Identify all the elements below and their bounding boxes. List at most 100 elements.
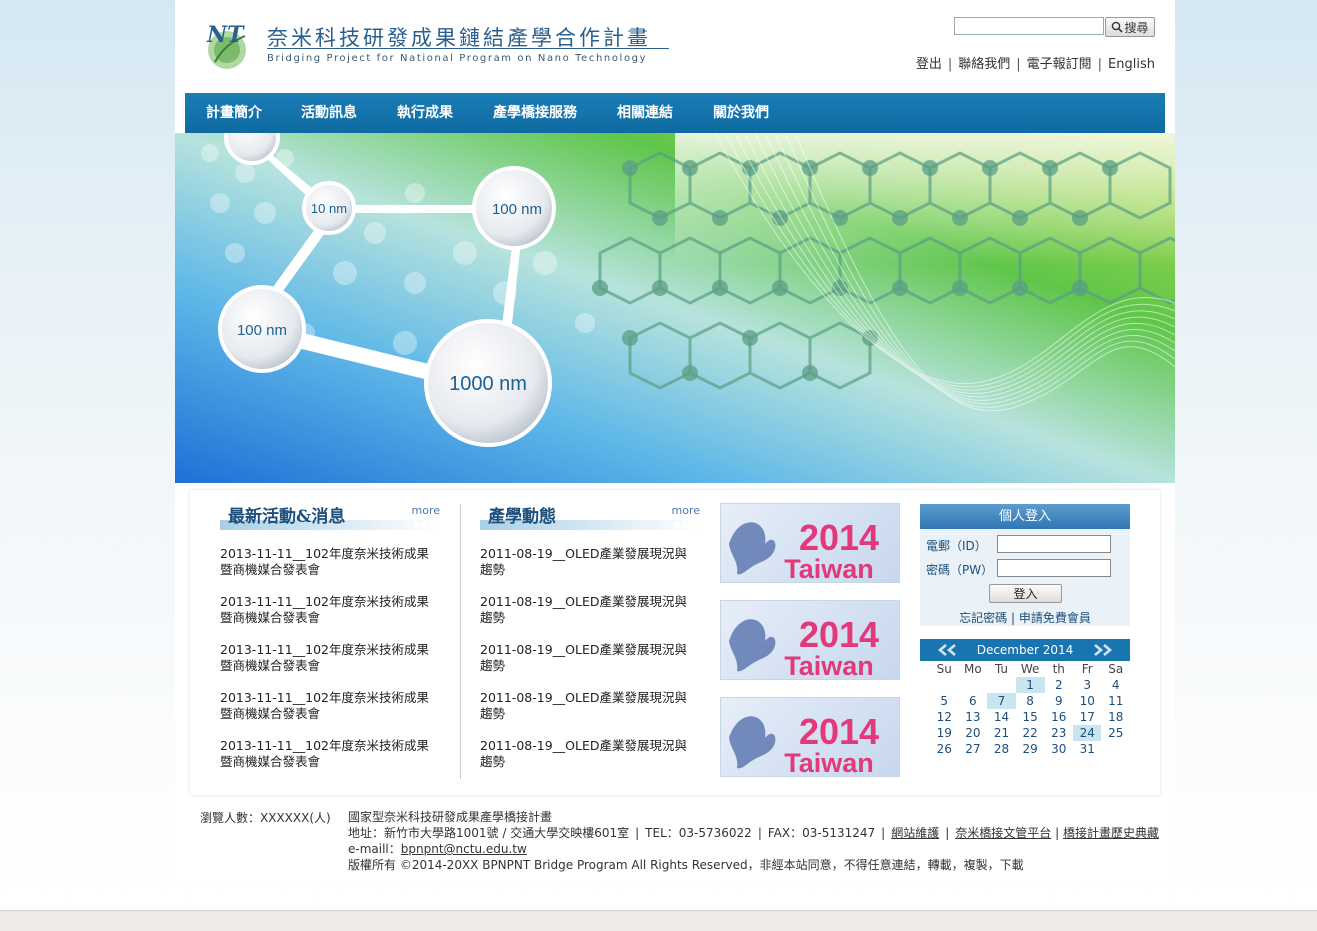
doc-platform-link[interactable]: 奈米橋接文管平台 xyxy=(955,826,1051,840)
calendar-day[interactable]: 3 xyxy=(1073,677,1101,693)
ad-text: Taiwan xyxy=(784,554,874,583)
nav-item-related-links[interactable]: 相關連結 xyxy=(617,93,673,133)
register-link[interactable]: 申請免費會員 xyxy=(1019,611,1091,625)
weekday-label: th xyxy=(1052,662,1065,676)
weekday-label: Fr xyxy=(1081,662,1093,676)
logout-link[interactable]: 登出 xyxy=(916,57,942,72)
footer-email-line: e-maill：bpnpnt@nctu.edu.tw xyxy=(348,841,1159,857)
calendar-day[interactable]: 14 xyxy=(987,709,1015,725)
nav-item-about-plan[interactable]: 計畫簡介 xyxy=(206,93,262,133)
calendar-day[interactable]: 10 xyxy=(1073,693,1101,709)
english-link[interactable]: English xyxy=(1108,57,1155,72)
calendar-day[interactable]: 4 xyxy=(1101,677,1130,693)
news-more-link[interactable]: more xyxy=(412,504,441,517)
logo-mark-text: NT xyxy=(206,22,245,48)
nav-item-bridging-services[interactable]: 產學橋接服務 xyxy=(493,93,577,133)
ad-text: Taiwan xyxy=(784,651,874,680)
footer-address: 地址：新竹市大學路1001號 / 交通大學交映樓601室 xyxy=(348,826,630,840)
footer-separator: | xyxy=(635,826,640,840)
login-button[interactable]: 登入 xyxy=(989,584,1062,603)
calendar-day[interactable]: 30 xyxy=(1045,741,1073,757)
calendar-day[interactable]: 12 xyxy=(930,709,958,725)
banner-ad-2014-taiwan[interactable]: 2014 Taiwan xyxy=(720,503,900,583)
calendar-prev-button[interactable] xyxy=(934,639,962,661)
nav-item-results[interactable]: 執行成果 xyxy=(397,93,453,133)
history-archive-link[interactable]: 橋接計畫歷史典藏 xyxy=(1063,826,1159,840)
banner-graphic: 10 nm 100 nm 100 nm 1000 nm xyxy=(175,133,1175,483)
butterfly-icon xyxy=(729,716,776,769)
login-link-separator: | xyxy=(1007,611,1019,625)
nav-item-events[interactable]: 活動訊息 xyxy=(301,93,357,133)
banner-label-1000nm: 1000 nm xyxy=(449,373,527,395)
calendar-day[interactable]: 9 xyxy=(1045,693,1073,709)
calendar-day[interactable]: 20 xyxy=(958,725,987,741)
footer-contact-line: 地址：新竹市大學路1001號 / 交通大學交映樓601室 | TEL：03-5736… xyxy=(348,825,1159,841)
calendar-next-button[interactable] xyxy=(1088,639,1116,661)
calendar-day[interactable]: 6 xyxy=(958,693,987,709)
news-item[interactable]: 2013-11-11__102年度奈米技術成果 暨商機媒合發表會 xyxy=(220,594,445,626)
contact-link[interactable]: 聯絡我們 xyxy=(958,57,1010,72)
news-item[interactable]: 2013-11-11__102年度奈米技術成果 暨商機媒合發表會 xyxy=(220,546,445,578)
calendar-day[interactable]: 5 xyxy=(930,693,958,709)
industry-item[interactable]: 2011-08-19__OLED產業發展現況與 趨勢 xyxy=(480,594,705,626)
calendar-day[interactable]: 25 xyxy=(1101,725,1130,741)
calendar-day[interactable]: 23 xyxy=(1045,725,1073,741)
banner-ad-2014-taiwan[interactable]: 2014 Taiwan xyxy=(720,600,900,680)
news-item[interactable]: 2013-11-11__102年度奈米技術成果 暨商機媒合發表會 xyxy=(220,690,445,722)
industry-header: 產學動態 more ●●● xyxy=(480,502,700,530)
footer-email-link[interactable]: bpnpnt@nctu.edu.tw xyxy=(401,842,527,856)
calendar-day[interactable]: 27 xyxy=(958,741,987,757)
visitor-counter: 瀏覽人數：XXXXXX(人) xyxy=(200,811,331,825)
search-button[interactable]: 搜尋 xyxy=(1105,17,1155,37)
login-pw-input[interactable] xyxy=(997,559,1111,577)
news-item[interactable]: 2013-11-11__102年度奈米技術成果 暨商機媒合發表會 xyxy=(220,738,445,770)
calendar-day[interactable]: 22 xyxy=(1016,725,1045,741)
newsletter-link[interactable]: 電子報訂閱 xyxy=(1027,57,1092,72)
calendar-day[interactable]: 18 xyxy=(1101,709,1130,725)
calendar-day xyxy=(987,677,1015,693)
calendar-day[interactable]: 29 xyxy=(1016,741,1045,757)
ad-text: Taiwan xyxy=(784,748,874,777)
top-link-separator: | xyxy=(1097,57,1103,72)
ad-graphic: 2014 Taiwan xyxy=(729,711,879,777)
industry-item[interactable]: 2011-08-19__OLED產業發展現況與 趨勢 xyxy=(480,546,705,578)
calendar-grid: Su Mo Tu We th Fr Sa 1 2 3 4 5 6 7 8 9 1… xyxy=(930,661,1130,757)
calendar-day[interactable]: 13 xyxy=(958,709,987,725)
industry-item[interactable]: 2011-08-19__OLED產業發展現況與 趨勢 xyxy=(480,738,705,770)
site-maintenance-link[interactable]: 網站維護 xyxy=(891,826,939,840)
weekday-label: Mo xyxy=(964,662,982,676)
calendar-day[interactable]: 31 xyxy=(1073,741,1101,757)
calendar-day[interactable]: 21 xyxy=(987,725,1015,741)
calendar-day[interactable]: 19 xyxy=(930,725,958,741)
calendar-day[interactable]: 2 xyxy=(1045,677,1073,693)
news-item[interactable]: 2013-11-11__102年度奈米技術成果 暨商機媒合發表會 xyxy=(220,642,445,674)
site-logo[interactable]: NT 奈米科技研發成果鏈結產學合作計畫 Bridging Project for… xyxy=(205,18,675,74)
double-chevron-left-icon xyxy=(937,644,956,656)
footer: 國家型奈米科技研發成果產學橋接計畫 地址：新竹市大學路1001號 / 交通大學交… xyxy=(348,809,1159,873)
forgot-password-link[interactable]: 忘記密碼 xyxy=(959,611,1007,625)
calendar-day[interactable]: 24 xyxy=(1073,725,1102,741)
page-container: NT 奈米科技研發成果鏈結產學合作計畫 Bridging Project for… xyxy=(175,0,1175,885)
calendar-day[interactable]: 17 xyxy=(1073,709,1101,725)
ad-graphic: 2014 Taiwan xyxy=(729,517,879,583)
search-input[interactable] xyxy=(954,17,1104,35)
calendar-day[interactable]: 16 xyxy=(1045,709,1073,725)
banner-ad-2014-taiwan[interactable]: 2014 Taiwan xyxy=(720,697,900,777)
calendar-day xyxy=(958,677,987,693)
industry-item[interactable]: 2011-08-19__OLED產業發展現況與 趨勢 xyxy=(480,690,705,722)
calendar-day[interactable]: 8 xyxy=(1016,693,1045,709)
industry-item[interactable]: 2011-08-19__OLED產業發展現況與 趨勢 xyxy=(480,642,705,674)
nt-logo-icon: NT xyxy=(206,22,246,69)
industry-more-link[interactable]: more xyxy=(672,504,701,517)
logo-divider xyxy=(267,48,669,49)
login-id-input[interactable] xyxy=(997,535,1111,553)
calendar: December 2014 Su Mo Tu We th Fr Sa 1 2 3… xyxy=(920,639,1130,757)
calendar-day[interactable]: 28 xyxy=(987,741,1015,757)
nav-item-about-us[interactable]: 關於我們 xyxy=(713,93,769,133)
calendar-day[interactable]: 26 xyxy=(930,741,958,757)
calendar-day[interactable]: 1 xyxy=(1015,677,1045,693)
calendar-day[interactable]: 15 xyxy=(1016,709,1045,725)
calendar-day[interactable]: 11 xyxy=(1101,693,1130,709)
industry-header-dots: ●●● xyxy=(673,520,697,529)
calendar-day[interactable]: 7 xyxy=(987,693,1016,709)
